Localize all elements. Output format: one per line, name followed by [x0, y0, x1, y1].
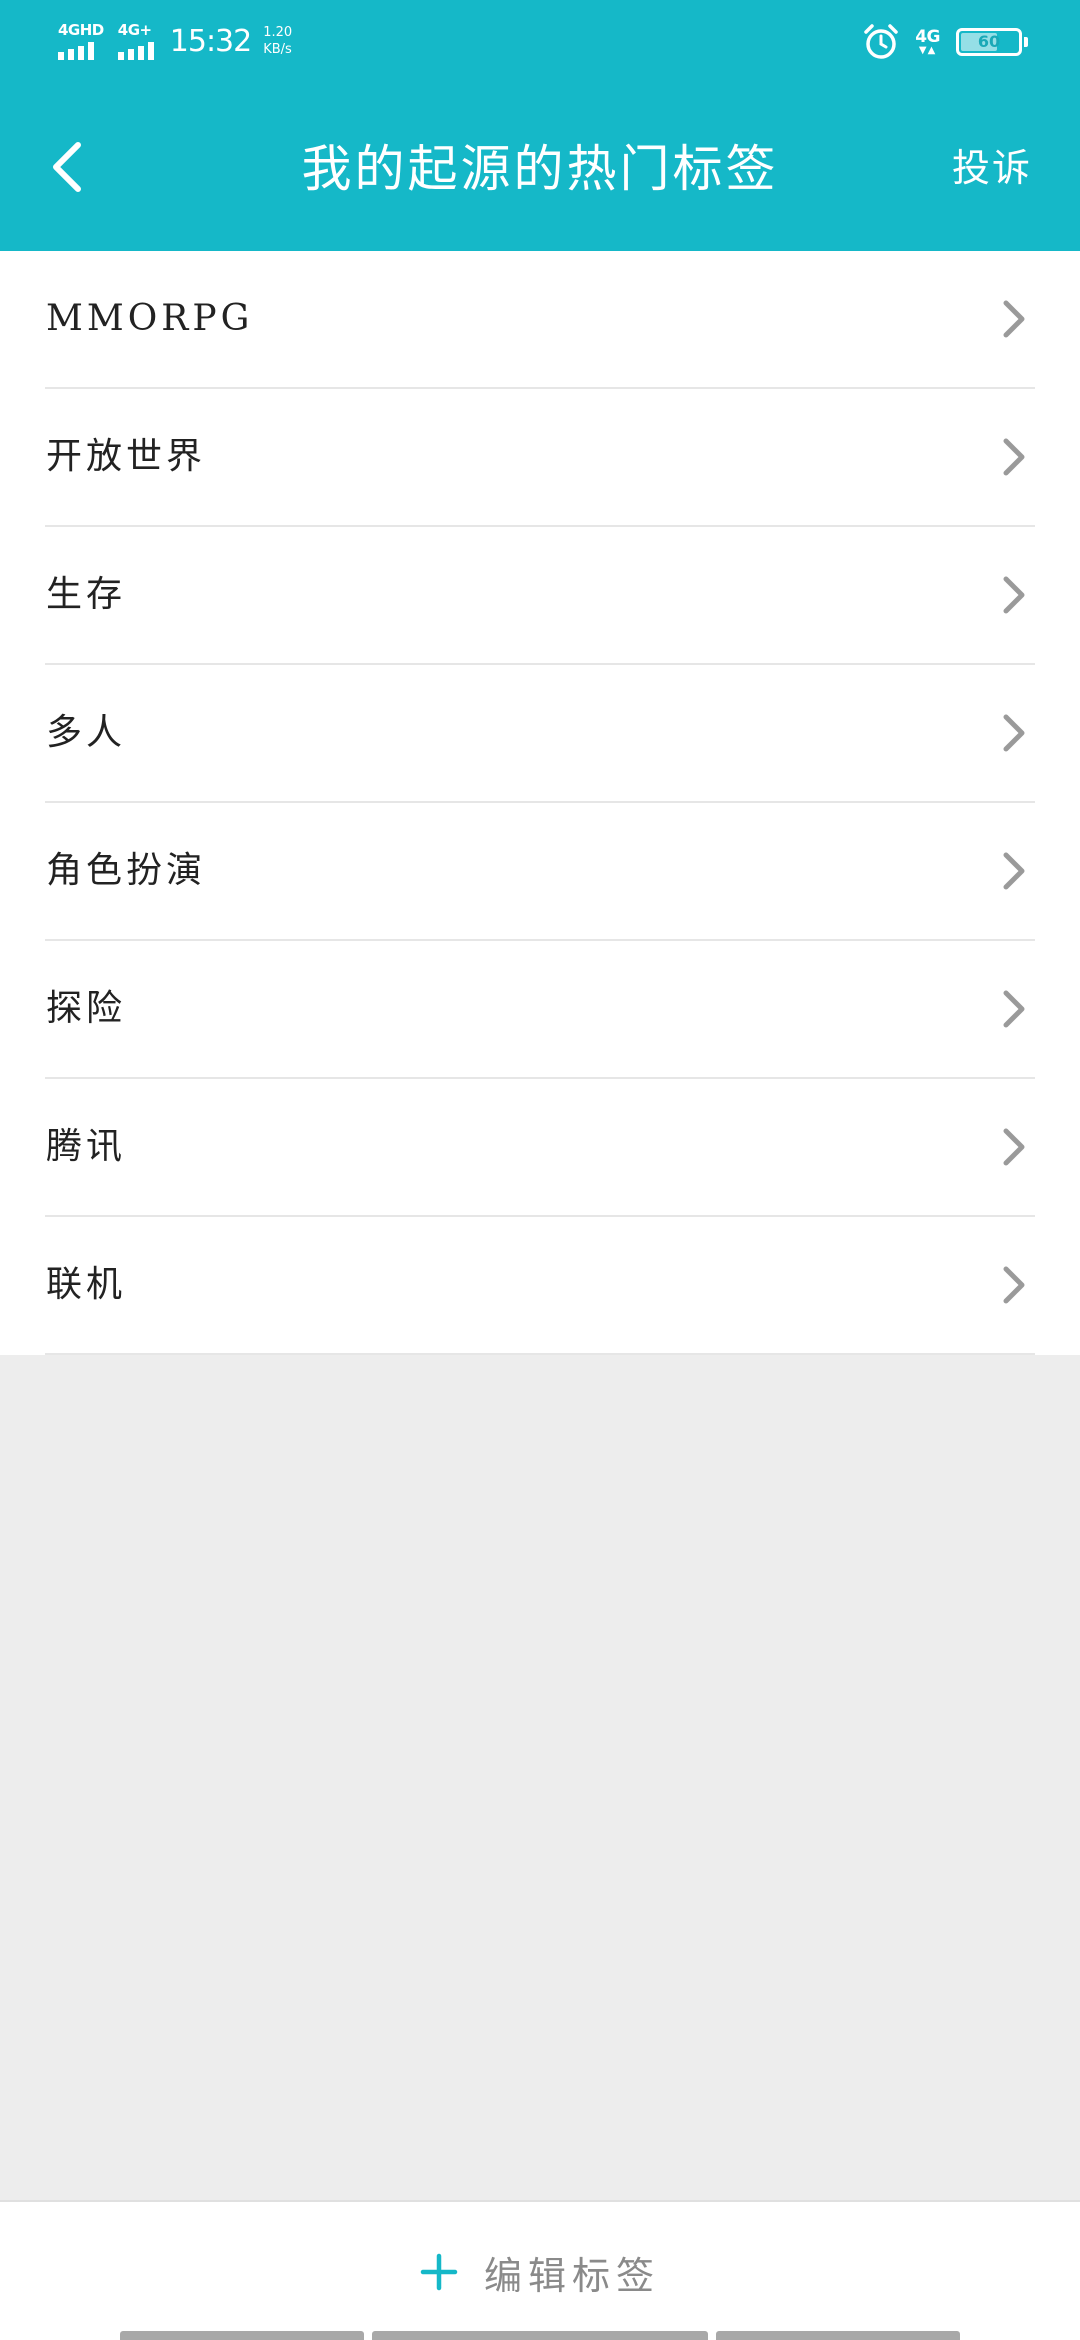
network-indicator-right: 4G ▼▲ — [915, 26, 940, 56]
tag-label: 生存 — [46, 574, 127, 615]
chevron-right-icon — [1003, 300, 1025, 338]
status-bar-right: 4G ▼▲ 60 — [861, 22, 1028, 62]
edit-tags-label: 编辑标签 — [483, 2253, 660, 2298]
tag-row-rpg[interactable]: 角色扮演 — [0, 803, 1080, 941]
network-type-label: 4GHD — [58, 21, 104, 39]
tag-label: 联机 — [46, 1264, 127, 1305]
nav-indicator-right — [716, 2331, 960, 2340]
chevron-right-icon — [1003, 1266, 1025, 1304]
chevron-right-icon — [1003, 714, 1025, 752]
tag-row-tencent[interactable]: 腾讯 — [0, 1079, 1080, 1217]
signal-bars-icon — [117, 42, 154, 60]
tag-row-multiplayer[interactable]: 多人 — [0, 665, 1080, 803]
chevron-right-icon — [1003, 576, 1025, 614]
data-activity-icon: ▼▲ — [918, 44, 937, 56]
chevron-right-icon — [1003, 1128, 1025, 1166]
tag-row-open-world[interactable]: 开放世界 — [0, 389, 1080, 527]
network-indicator-2: 4G+ — [117, 21, 154, 60]
status-bar: 4GHD 4G+ 15:32 1.20 KB/s 4G ▼▲ 60 — [0, 0, 1080, 82]
signal-bars-icon — [58, 42, 94, 60]
nav-indicator-left — [120, 2331, 364, 2340]
tag-label: 角色扮演 — [46, 850, 207, 891]
plus-icon — [420, 2253, 458, 2291]
bottom-action-bar: 编辑标签 — [0, 2200, 1080, 2340]
network-speed: 1.20 KB/s — [263, 24, 292, 58]
edit-tags-button[interactable]: 编辑标签 — [0, 2242, 1080, 2302]
chevron-right-icon — [1003, 852, 1025, 890]
page-title: 我的起源的热门标签 — [301, 140, 779, 198]
tag-label: 开放世界 — [46, 436, 207, 477]
network-type-label: 4G — [915, 26, 940, 47]
battery-icon: 60 — [956, 28, 1028, 56]
network-type-label: 4G+ — [117, 21, 152, 39]
status-bar-left: 4GHD 4G+ 15:32 1.20 KB/s — [58, 18, 292, 64]
app-header: 4GHD 4G+ 15:32 1.20 KB/s 4G ▼▲ 60 我的起源的热… — [0, 0, 1080, 251]
tag-label: 多人 — [46, 712, 127, 753]
battery-percent: 60 — [977, 32, 1001, 51]
network-speed-value: 1.20 — [263, 25, 293, 40]
nav-indicator-center — [372, 2331, 708, 2340]
tag-row-survival[interactable]: 生存 — [0, 527, 1080, 665]
report-button[interactable]: 投诉 — [952, 140, 1032, 196]
chevron-left-icon[interactable] — [40, 133, 96, 201]
network-indicator-1: 4GHD — [58, 22, 104, 60]
chevron-right-icon — [1003, 990, 1025, 1028]
tag-row-online[interactable]: 联机 — [0, 1217, 1080, 1355]
network-speed-unit: KB/s — [263, 42, 292, 57]
tag-label: 腾讯 — [46, 1126, 127, 1167]
tag-label: 探险 — [46, 988, 127, 1029]
tag-row-mmorpg[interactable]: MMORPG — [0, 251, 1080, 389]
tag-label: MMORPG — [46, 298, 254, 339]
status-time: 15:32 — [169, 23, 252, 59]
tag-list: MMORPG 开放世界 生存 多人 角色扮演 探险 腾讯 联机 — [0, 251, 1080, 1355]
chevron-right-icon — [1003, 438, 1025, 476]
tag-row-adventure[interactable]: 探险 — [0, 941, 1080, 1079]
alarm-icon — [864, 24, 898, 59]
